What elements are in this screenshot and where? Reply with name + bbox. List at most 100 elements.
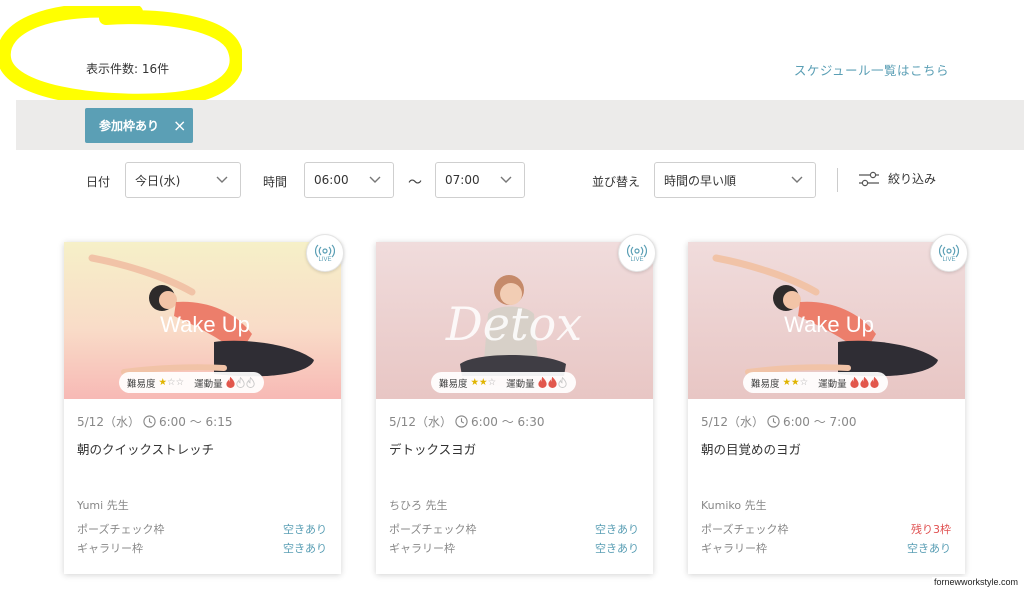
flame-icon (849, 377, 859, 388)
exercise-label: 運動量 (818, 378, 847, 390)
star-empty-icon: ☆ (487, 377, 497, 388)
star-filled-icon: ★ (158, 377, 168, 388)
class-thumbnail-wrap: Detox 難易度 ★★☆ 運動量 (376, 242, 653, 399)
exercise-flames (537, 377, 568, 388)
teacher-name: Kumiko 先生 (701, 499, 767, 512)
time-to-select[interactable]: 07:00 (435, 162, 525, 198)
difficulty-stars: ★★☆ (783, 377, 809, 388)
difficulty-label: 難易度 (127, 378, 156, 390)
star-filled-icon: ★ (782, 377, 792, 388)
live-text: LIVE (318, 256, 332, 263)
clock-icon (455, 415, 468, 428)
difficulty-badge: 難易度 ★★☆ 運動量 (431, 372, 576, 393)
teacher-name: ちひろ 先生 (389, 499, 448, 512)
class-time: 6:00 〜 7:00 (782, 415, 857, 429)
star-filled-icon: ★ (791, 377, 800, 388)
difficulty-label: 難易度 (439, 378, 468, 390)
class-card[interactable]: Detox 難易度 ★★☆ 運動量 LIVE 5/12（水） 6:00 〜 6:30 デトック… (376, 234, 656, 574)
pose-check-row: ポーズチェック枠 空きあり (389, 521, 639, 537)
gallery-status: 空きあり (283, 542, 327, 555)
gallery-label: ギャラリー枠 (701, 542, 767, 555)
active-filter-chip[interactable]: 参加枠あり × (85, 108, 193, 143)
chevron-down-icon (500, 176, 512, 183)
pose-check-label: ポーズチェック枠 (701, 523, 789, 536)
date-select[interactable]: 今日(水) (125, 162, 241, 198)
class-datetime: 5/12（水） 6:00 〜 7:00 (701, 413, 856, 430)
class-time: 6:00 〜 6:15 (158, 415, 233, 429)
broadcast-icon (939, 244, 959, 257)
pose-check-label: ポーズチェック枠 (77, 523, 165, 536)
class-time: 6:00 〜 6:30 (470, 415, 545, 429)
gallery-status: 空きあり (595, 542, 639, 555)
gallery-row: ギャラリー枠 空きあり (701, 540, 951, 556)
pose-check-row: ポーズチェック枠 空きあり (77, 521, 327, 537)
gallery-label: ギャラリー枠 (389, 542, 455, 555)
chevron-down-icon (791, 176, 803, 183)
exercise-label: 運動量 (194, 378, 223, 390)
close-icon[interactable]: × (173, 117, 186, 134)
class-datetime: 5/12（水） 6:00 〜 6:30 (389, 413, 544, 430)
class-card[interactable]: Wake Up 難易度 ★☆☆ 運動量 LIVE 5/12（水） 6:00 〜 6:15 朝の… (64, 234, 344, 574)
star-empty-icon: ☆ (799, 377, 809, 388)
class-title[interactable]: 朝の目覚めのヨガ (701, 439, 801, 458)
difficulty-badge: 難易度 ★☆☆ 運動量 (119, 372, 264, 393)
refine-button[interactable]: 絞り込み (858, 170, 936, 187)
flame-icon (537, 377, 547, 388)
difficulty-label: 難易度 (751, 378, 780, 390)
active-filter-label: 参加枠あり (99, 119, 160, 133)
class-title[interactable]: 朝のクイックストレッチ (77, 439, 214, 458)
star-empty-icon: ☆ (175, 377, 185, 388)
exercise-flames (849, 377, 880, 388)
live-text: LIVE (942, 256, 956, 263)
refine-label: 絞り込み (888, 172, 937, 186)
flame-icon (245, 377, 255, 388)
pose-check-status: 空きあり (595, 523, 639, 536)
live-badge: LIVE (618, 234, 656, 272)
difficulty-badge: 難易度 ★★☆ 運動量 (743, 372, 888, 393)
pose-check-row: ポーズチェック枠 残り3枠 (701, 521, 951, 537)
pose-check-status: 空きあり (283, 523, 327, 536)
date-select-value: 今日(水) (135, 173, 181, 188)
result-count: 表示件数: 16件 (86, 62, 170, 76)
flame-icon (859, 377, 869, 388)
clock-icon (143, 415, 156, 428)
star-filled-icon: ★ (479, 377, 488, 388)
time-to-value: 07:00 (445, 173, 480, 187)
schedule-list-link[interactable]: スケジュール一覧はこちら (794, 60, 949, 79)
flame-icon (869, 377, 879, 388)
exercise-flames (225, 377, 256, 388)
broadcast-icon (315, 244, 335, 257)
sort-select[interactable]: 時間の早い順 (654, 162, 816, 198)
gallery-row: ギャラリー枠 空きあり (389, 540, 639, 556)
thumbnail-title: Wake Up (160, 312, 250, 337)
pose-check-label: ポーズチェック枠 (389, 523, 477, 536)
time-from-select[interactable]: 06:00 (304, 162, 394, 198)
live-badge: LIVE (930, 234, 968, 272)
gallery-row: ギャラリー枠 空きあり (77, 540, 327, 556)
teacher-name: Yumi 先生 (77, 499, 129, 512)
clock-icon (767, 415, 780, 428)
flame-icon (557, 377, 567, 388)
watermark: fornewworkstyle.com (931, 577, 1020, 587)
sort-select-value: 時間の早い順 (664, 173, 737, 188)
flame-icon (547, 377, 557, 388)
thumbnail-title: Wake Up (784, 312, 874, 337)
filter-divider (837, 168, 838, 192)
class-date: 5/12（水） (77, 415, 140, 429)
flame-icon (235, 377, 245, 388)
gallery-label: ギャラリー枠 (77, 542, 143, 555)
chevron-down-icon (216, 176, 228, 183)
chevron-down-icon (369, 176, 381, 183)
class-card[interactable]: Wake Up 難易度 ★★☆ 運動量 LIVE 5/12（水） 6:00 〜 7:00 朝の… (688, 234, 968, 574)
thumbnail-title: Detox (445, 297, 582, 351)
difficulty-stars: ★☆☆ (159, 377, 185, 388)
class-thumbnail-wrap: Wake Up 難易度 ★☆☆ 運動量 (64, 242, 341, 399)
class-datetime: 5/12（水） 6:00 〜 6:15 (77, 413, 232, 430)
gallery-status: 空きあり (907, 542, 951, 555)
live-text: LIVE (630, 256, 644, 263)
broadcast-icon (627, 244, 647, 257)
time-label: 時間 (263, 175, 288, 189)
live-badge: LIVE (306, 234, 344, 272)
time-from-value: 06:00 (314, 173, 349, 187)
class-title[interactable]: デトックスヨガ (389, 439, 476, 458)
